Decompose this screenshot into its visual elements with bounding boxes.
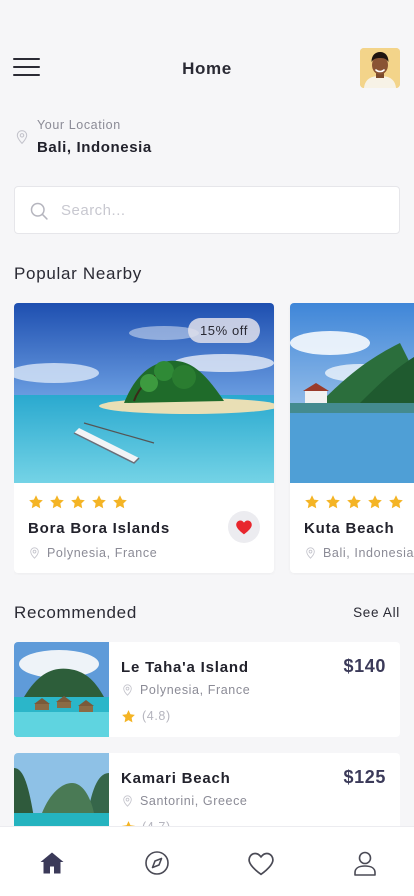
recommended-location: Santorini, Greece <box>121 793 247 809</box>
star-icon <box>70 494 86 510</box>
recommended-location-text: Santorini, Greece <box>140 794 248 808</box>
favorite-button[interactable] <box>228 511 260 543</box>
popular-card[interactable]: 15% off Bora Bora Islands Polynesia, Fra… <box>14 303 274 573</box>
destination-image <box>290 303 414 483</box>
tab-home[interactable] <box>38 849 66 877</box>
user-icon <box>354 851 376 876</box>
star-icon <box>304 494 320 510</box>
recommended-location: Polynesia, France <box>121 682 250 698</box>
heart-icon <box>248 852 274 875</box>
star-rating <box>304 494 404 512</box>
current-location[interactable]: Your Location Bali, Indonesia <box>14 116 394 164</box>
destination-location: Polynesia, France <box>28 545 157 561</box>
heart-filled-icon <box>236 520 252 535</box>
destination-location-text: Polynesia, France <box>47 546 158 560</box>
tab-explore[interactable] <box>143 849 171 877</box>
price: $140 <box>343 656 386 676</box>
search-icon <box>30 202 48 220</box>
star-icon <box>325 494 341 510</box>
location-value: Bali, Indonesia <box>37 139 152 156</box>
recommended-location-text: Polynesia, France <box>140 683 251 697</box>
star-icon <box>112 494 128 510</box>
map-pin-icon <box>121 794 134 808</box>
popular-card[interactable]: Kuta Beach Bali, Indonesia <box>290 303 414 573</box>
star-icon <box>121 709 136 724</box>
page-title: Home <box>182 59 232 78</box>
price: $125 <box>343 767 386 787</box>
star-icon <box>49 494 65 510</box>
compass-icon <box>145 851 169 875</box>
recommended-item[interactable]: Le Taha'a Island Polynesia, France (4.8)… <box>14 642 400 737</box>
star-icon <box>28 494 44 510</box>
destination-name: Kuta Beach <box>304 520 395 537</box>
tab-favorites[interactable] <box>247 849 275 877</box>
recommended-rating: (4.8) <box>121 708 171 724</box>
destination-location: Bali, Indonesia <box>304 545 414 561</box>
star-icon <box>367 494 383 510</box>
star-icon <box>91 494 107 510</box>
destination-image <box>14 642 109 737</box>
bottom-tab-bar <box>0 826 414 896</box>
map-pin-icon <box>14 128 30 146</box>
popular-nearby-carousel[interactable]: 15% off Bora Bora Islands Polynesia, Fra… <box>14 303 414 575</box>
tab-profile[interactable] <box>351 849 379 877</box>
search-bar <box>14 186 400 234</box>
location-label: Your Location <box>37 118 121 132</box>
recommended-title: Recommended <box>14 603 137 622</box>
destination-location-text: Bali, Indonesia <box>323 546 414 560</box>
see-all-link[interactable]: See All <box>353 605 400 620</box>
search-input[interactable] <box>61 187 381 233</box>
home-icon <box>40 852 64 874</box>
rating-value: (4.8) <box>142 709 171 723</box>
recommended-name: Kamari Beach <box>121 770 231 787</box>
recommended-name: Le Taha'a Island <box>121 659 249 676</box>
user-avatar[interactable] <box>360 48 400 88</box>
app-header: Home <box>0 44 414 92</box>
discount-badge: 15% off <box>187 318 260 343</box>
popular-nearby-title: Popular Nearby <box>14 264 142 283</box>
star-rating <box>28 494 128 512</box>
map-pin-icon <box>304 546 317 560</box>
star-icon <box>346 494 362 510</box>
destination-name: Bora Bora Islands <box>28 520 170 537</box>
star-icon <box>388 494 404 510</box>
map-pin-icon <box>121 683 134 697</box>
map-pin-icon <box>28 546 41 560</box>
